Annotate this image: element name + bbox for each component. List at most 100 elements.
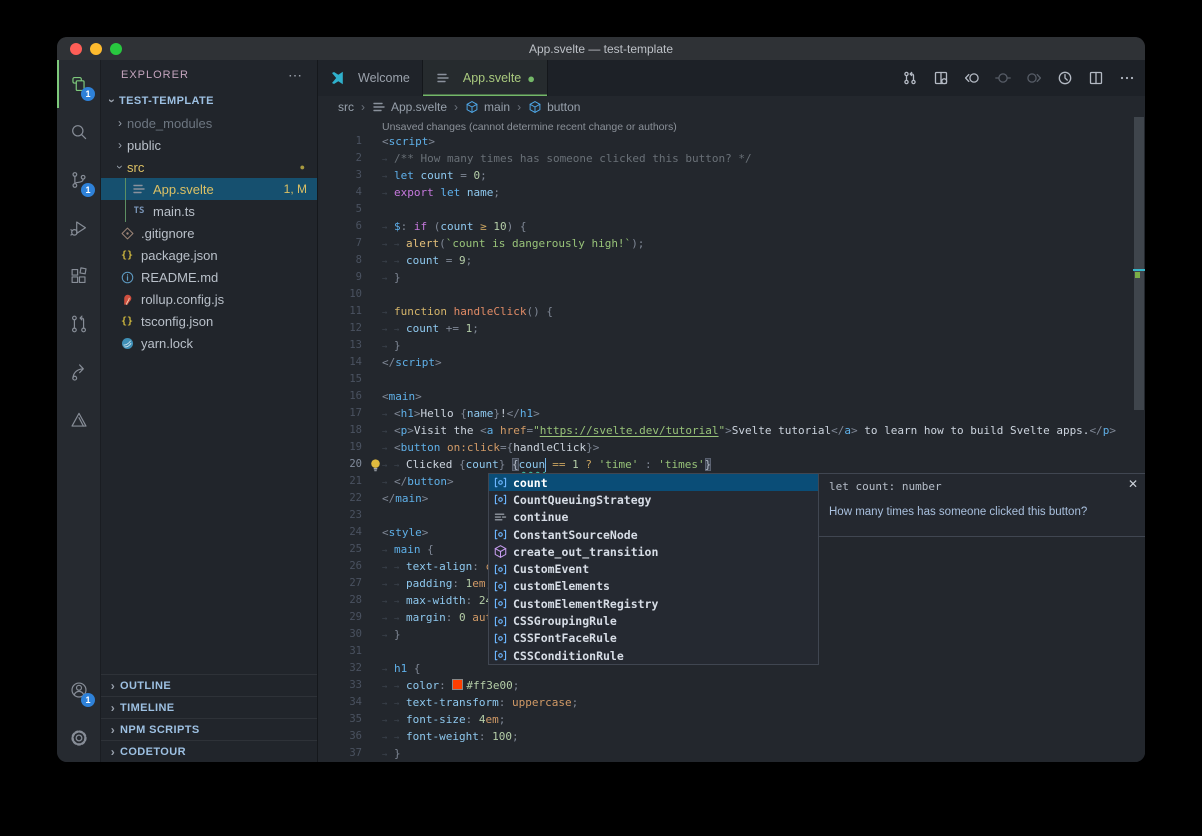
unsaved-dot-icon[interactable]: ● xyxy=(527,72,535,85)
breadcrumb-button[interactable]: button xyxy=(528,100,580,114)
tree-item-src[interactable]: ›src● xyxy=(101,156,317,178)
panel-outline[interactable]: ›OUTLINE xyxy=(101,674,317,696)
tree-item-package-json[interactable]: {}package.json xyxy=(101,244,317,266)
code-line-9[interactable]: 9→} xyxy=(318,269,1145,286)
activity-run-debug[interactable] xyxy=(57,204,100,252)
suggestion-customevent[interactable]: CustomEvent xyxy=(489,560,818,577)
suggestion-customelements[interactable]: customElements xyxy=(489,578,818,595)
more-actions-icon[interactable] xyxy=(1119,70,1135,86)
tab-app-svelte[interactable]: App.svelte ● xyxy=(423,60,548,96)
activity-source-control[interactable]: 1 xyxy=(57,156,100,204)
suggestion-label: continue xyxy=(513,510,568,524)
suggestion-constantsourcenode[interactable]: ConstantSourceNode xyxy=(489,526,818,543)
open-changes-icon[interactable] xyxy=(933,70,949,86)
code-line-18[interactable]: 18→<p>Visit the <a href="https://svelte.… xyxy=(318,422,1145,439)
suggestion-cssfontfacerule[interactable]: CSSFontFaceRule xyxy=(489,630,818,647)
code-line-15[interactable]: 15 xyxy=(318,371,1145,388)
tab-whitespace-icon: → xyxy=(382,747,394,762)
code-line-4[interactable]: 4→export let name; xyxy=(318,184,1145,201)
code-line-8[interactable]: 8→→count = 9; xyxy=(318,252,1145,269)
line-number: 31 xyxy=(318,643,362,660)
code-line-14[interactable]: 14</script> xyxy=(318,354,1145,371)
code-line-35[interactable]: 35→→font-size: 4em; xyxy=(318,711,1145,728)
explorer-more-actions-icon[interactable]: ⋯ xyxy=(288,67,303,84)
code-line-3[interactable]: 3→let count = 0; xyxy=(318,167,1145,184)
code-line-10[interactable]: 10 xyxy=(318,286,1145,303)
panel-npm-scripts[interactable]: ›NPM SCRIPTS xyxy=(101,718,317,740)
code-line-19[interactable]: 19→<button on:click={handleClick}> xyxy=(318,439,1145,456)
suggestion-cssgroupingrule[interactable]: CSSGroupingRule xyxy=(489,612,818,629)
editor-scrollbar[interactable] xyxy=(1133,117,1145,762)
compare-changes-icon[interactable] xyxy=(902,70,918,86)
activity-azure[interactable] xyxy=(57,396,100,444)
color-swatch[interactable] xyxy=(452,679,463,690)
panel-codetour[interactable]: ›CODETOUR xyxy=(101,740,317,762)
suggestion-countqueuingstrategy[interactable]: CountQueuingStrategy xyxy=(489,491,818,508)
activity-live-share[interactable] xyxy=(57,348,100,396)
scrollbar-thumb[interactable] xyxy=(1134,117,1144,410)
svelte-file-icon xyxy=(131,181,147,197)
section-test-template[interactable]: › TEST-TEMPLATE xyxy=(101,90,317,112)
file-label: public xyxy=(127,138,161,153)
variable-icon xyxy=(492,561,508,577)
breadcrumb-main[interactable]: main xyxy=(465,100,510,114)
suggestion-create_out_transition[interactable]: create_out_transition xyxy=(489,543,818,560)
suggestion-customelementregistry[interactable]: CustomElementRegistry xyxy=(489,595,818,612)
activity-search[interactable] xyxy=(57,108,100,156)
tree-item-rollup-config-js[interactable]: rollup.config.js xyxy=(101,288,317,310)
code-line-20[interactable]: 20→→Clicked {count} {coun == 1 ? 'time' … xyxy=(318,456,1145,473)
code-line-16[interactable]: 16<main> xyxy=(318,388,1145,405)
code-line-5[interactable]: 5 xyxy=(318,201,1145,218)
activity-accounts[interactable]: 1 xyxy=(57,666,100,714)
breadcrumb-src[interactable]: src xyxy=(338,100,354,114)
codelens-unsaved-changes[interactable]: Unsaved changes (cannot determine recent… xyxy=(318,117,1145,133)
tree-item-yarn-lock[interactable]: yarn.lock xyxy=(101,332,317,354)
tree-item-main-ts[interactable]: TSmain.ts xyxy=(101,200,317,222)
variable-icon xyxy=(492,630,508,646)
code-line-11[interactable]: 11→function handleClick() { xyxy=(318,303,1145,320)
code-line-1[interactable]: 1<script> xyxy=(318,133,1145,150)
chevron-down-icon: › xyxy=(105,94,119,108)
tree-item-node-modules[interactable]: ›node_modules xyxy=(101,112,317,134)
code-line-6[interactable]: 6→$: if (count ≥ 10) { xyxy=(318,218,1145,235)
bracket-match: { xyxy=(512,458,519,471)
azure-icon xyxy=(68,409,90,431)
editor-toolbar xyxy=(902,60,1135,96)
activity-github-pull-requests[interactable] xyxy=(57,300,100,348)
line-number: 15 xyxy=(318,371,362,388)
code-line-13[interactable]: 13→} xyxy=(318,337,1145,354)
tree-item--gitignore[interactable]: .gitignore xyxy=(101,222,317,244)
tab-welcome[interactable]: Welcome xyxy=(318,60,423,96)
suggestion-count[interactable]: count xyxy=(489,474,818,491)
code-line-12[interactable]: 12→→count += 1; xyxy=(318,320,1145,337)
code-line-17[interactable]: 17→<h1>Hello {name}!</h1> xyxy=(318,405,1145,422)
close-window-button[interactable] xyxy=(70,43,82,55)
code-line-2[interactable]: 2→/** How many times has someone clicked… xyxy=(318,150,1145,167)
activity-explorer[interactable]: 1 xyxy=(57,60,100,108)
split-editor-icon[interactable] xyxy=(1088,70,1104,86)
autocomplete-widget: countCountQueuingStrategy continue Constan… xyxy=(488,473,819,665)
breadcrumb-app-svelte[interactable]: App.svelte xyxy=(372,100,447,114)
code-line-36[interactable]: 36→→font-weight: 100; xyxy=(318,728,1145,745)
code-line-37[interactable]: 37→} xyxy=(318,745,1145,762)
panel-timeline[interactable]: ›TIMELINE xyxy=(101,696,317,718)
previous-change-icon[interactable] xyxy=(964,70,980,86)
timeline-icon[interactable] xyxy=(1057,70,1073,86)
tree-item-tsconfig-json[interactable]: {}tsconfig.json xyxy=(101,310,317,332)
lightbulb-icon[interactable] xyxy=(369,458,382,473)
zoom-window-button[interactable] xyxy=(110,43,122,55)
code-line-7[interactable]: 7→→alert(`count is dangerously high!`); xyxy=(318,235,1145,252)
tree-item-public[interactable]: ›public xyxy=(101,134,317,156)
line-number: 25 xyxy=(318,541,362,558)
suggestion-cssconditionrule[interactable]: CSSConditionRule xyxy=(489,647,818,664)
pull-request-icon xyxy=(68,313,90,335)
code-line-34[interactable]: 34→→text-transform: uppercase; xyxy=(318,694,1145,711)
activity-extensions[interactable] xyxy=(57,252,100,300)
tree-item-readme-md[interactable]: README.md xyxy=(101,266,317,288)
code-editor[interactable]: Unsaved changes (cannot determine recent… xyxy=(318,117,1145,762)
activity-settings[interactable] xyxy=(57,714,100,762)
minimize-window-button[interactable] xyxy=(90,43,102,55)
suggestion-continue[interactable]: continue xyxy=(489,509,818,526)
tree-item-app-svelte[interactable]: App.svelte1, M xyxy=(101,178,317,200)
code-line-33[interactable]: 33→→color: #ff3e00; xyxy=(318,677,1145,694)
